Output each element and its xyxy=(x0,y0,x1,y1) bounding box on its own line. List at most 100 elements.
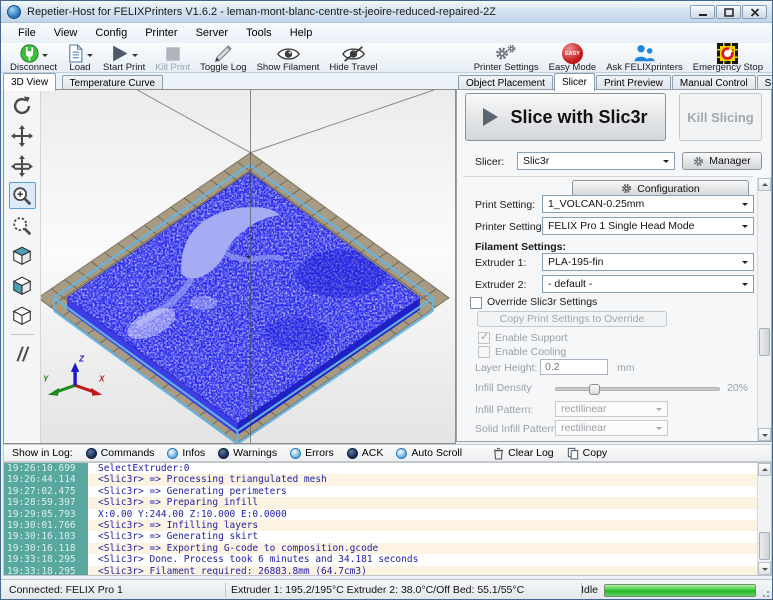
slider-thumb xyxy=(589,384,600,395)
wireframe-view-button[interactable] xyxy=(9,302,36,329)
infill-density-value: 20% xyxy=(727,382,748,394)
load-button[interactable]: Load xyxy=(62,43,98,73)
maximize-button[interactable] xyxy=(716,5,741,19)
triangle-up-icon xyxy=(762,180,768,186)
solid-infill-pattern-select: rectilinear xyxy=(555,420,668,436)
log-scrollbar[interactable] xyxy=(757,463,771,575)
start-print-dropdown-arrow[interactable] xyxy=(132,54,138,60)
scroll-up-button[interactable] xyxy=(758,463,771,476)
maximize-icon xyxy=(724,8,734,17)
slicer-select[interactable]: Slic3r xyxy=(517,152,675,170)
menu-item-view[interactable]: View xyxy=(45,25,87,41)
zoom-in-tool-button[interactable] xyxy=(9,182,36,209)
origin-dot xyxy=(247,256,250,259)
load-dropdown-arrow[interactable] xyxy=(87,54,93,60)
panel-separator xyxy=(463,176,753,177)
menu-item-help[interactable]: Help xyxy=(281,25,322,41)
minimize-icon xyxy=(698,8,708,17)
printer-settings-button[interactable]: Printer Settings xyxy=(469,43,544,73)
menu-item-server[interactable]: Server xyxy=(187,25,237,41)
tab-3d-view[interactable]: 3D View xyxy=(3,73,56,91)
stop-square-icon xyxy=(164,45,182,63)
temperature-status: Extruder 1: 195.2/195°C Extruder 2: 38.0… xyxy=(231,584,524,596)
scroll-up-button[interactable] xyxy=(758,178,771,191)
menu-item-config[interactable]: Config xyxy=(86,25,136,41)
show-filament-button[interactable]: Show Filament xyxy=(252,43,325,73)
scroll-down-button[interactable] xyxy=(758,562,771,575)
document-icon xyxy=(67,44,84,63)
minimize-button[interactable] xyxy=(690,5,715,19)
override-settings-checkbox[interactable] xyxy=(470,297,482,309)
viewport-toolbar xyxy=(4,90,41,443)
resize-grip[interactable] xyxy=(767,595,769,597)
axis-x-label: X xyxy=(98,374,105,383)
rotate-tool-button[interactable] xyxy=(9,92,36,119)
layer-height-label: Layer Height: xyxy=(475,362,537,374)
print-setting-label: Print Setting: xyxy=(475,199,535,211)
move-tool-button[interactable] xyxy=(9,122,36,149)
filter-commands[interactable]: Commands xyxy=(86,447,155,459)
slice-play-icon xyxy=(483,108,498,126)
filter-ack[interactable]: ACK xyxy=(347,447,384,459)
printer-settings-label: Printer Settings: xyxy=(475,221,550,233)
menu-item-tools[interactable]: Tools xyxy=(237,25,281,41)
copy-icon xyxy=(567,447,579,460)
log-row: 19:30:01.766<Slic3r> => Infilling layers xyxy=(4,520,771,531)
scroll-down-button[interactable] xyxy=(758,428,771,441)
app-icon xyxy=(7,5,21,19)
scrollbar-thumb[interactable] xyxy=(759,532,770,560)
menu-bar: File View Config Printer Server Tools He… xyxy=(1,23,772,43)
enable-support-label: Enable Support xyxy=(495,332,567,344)
isometric-view-button[interactable] xyxy=(9,242,36,269)
filter-infos[interactable]: Infos xyxy=(167,447,205,459)
start-print-button[interactable]: Start Print xyxy=(98,43,150,73)
hide-travel-button[interactable]: Hide Travel xyxy=(324,43,382,73)
log-row: 19:33:18.295<Slic3r> Filament required: … xyxy=(4,566,771,576)
menu-item-file[interactable]: File xyxy=(9,25,45,41)
easy-mode-button[interactable]: EASY Easy Mode xyxy=(544,43,602,73)
log-row: 19:26:44.114<Slic3r> => Processing trian… xyxy=(4,474,771,485)
print-setting-select[interactable]: 1_VOLCAN-0.25mm xyxy=(542,195,754,213)
easy-mode-icon: EASY xyxy=(562,43,583,64)
eye-icon xyxy=(277,46,300,62)
disconnect-button[interactable]: Disconnect xyxy=(5,43,62,73)
commands-toggle-icon xyxy=(86,448,97,459)
infos-toggle-icon xyxy=(167,448,178,459)
dropdown-arrow-icon xyxy=(742,283,748,289)
close-button[interactable] xyxy=(742,5,767,19)
slice-button[interactable]: Slice with Slic3r xyxy=(465,93,666,141)
move-viewpoint-icon xyxy=(11,155,33,177)
tab-slicer[interactable]: Slicer xyxy=(554,73,595,91)
dropdown-arrow-icon xyxy=(656,408,662,414)
log-filter-bar: Show in Log: Commands Infos Warnings Err… xyxy=(3,444,772,462)
disconnect-dropdown-arrow[interactable] xyxy=(42,54,48,60)
filter-auto-scroll[interactable]: Auto Scroll xyxy=(396,447,462,459)
gear-icon xyxy=(621,183,632,194)
parallel-projection-button[interactable] xyxy=(9,340,36,367)
filter-errors[interactable]: Errors xyxy=(290,447,334,459)
front-view-button[interactable] xyxy=(9,272,36,299)
app-window: Repetier-Host for FELIXPrinters V1.6.2 -… xyxy=(0,0,773,600)
clear-log-button[interactable]: Clear Log xyxy=(493,447,554,460)
ask-felixprinters-button[interactable]: Ask FELIXprinters xyxy=(601,43,688,73)
extruder2-select[interactable]: - default - xyxy=(542,275,754,293)
solid-infill-pattern-label: Solid Infill Pattern: xyxy=(475,423,560,435)
override-settings-label[interactable]: Override Slic3r Settings xyxy=(487,296,597,308)
menu-item-printer[interactable]: Printer xyxy=(136,25,186,41)
log-view[interactable]: 19:26:10.699SelectExtruder:0 19:26:44.11… xyxy=(3,462,772,576)
copy-print-settings-button: Copy Print Settings to Override xyxy=(477,311,667,327)
extruder1-select[interactable]: PLA-195-fin xyxy=(542,253,754,271)
copy-log-button[interactable]: Copy xyxy=(567,447,608,460)
people-icon xyxy=(633,44,656,63)
3d-scene[interactable]: Y X Z xyxy=(41,90,455,443)
move-viewpoint-tool-button[interactable] xyxy=(9,152,36,179)
toggle-log-button[interactable]: Toggle Log xyxy=(195,43,251,73)
emergency-stop-button[interactable]: Emergency Stop xyxy=(688,43,768,73)
printer-settings-select[interactable]: FELIX Pro 1 Single Head Mode xyxy=(542,217,754,235)
manager-button[interactable]: Manager xyxy=(682,152,762,170)
extruder2-label: Extruder 2: xyxy=(475,279,526,291)
scrollbar-thumb[interactable] xyxy=(759,328,770,356)
panel-scrollbar[interactable] xyxy=(757,178,771,441)
zoom-out-tool-button[interactable] xyxy=(9,212,36,239)
filter-warnings[interactable]: Warnings xyxy=(218,447,277,459)
